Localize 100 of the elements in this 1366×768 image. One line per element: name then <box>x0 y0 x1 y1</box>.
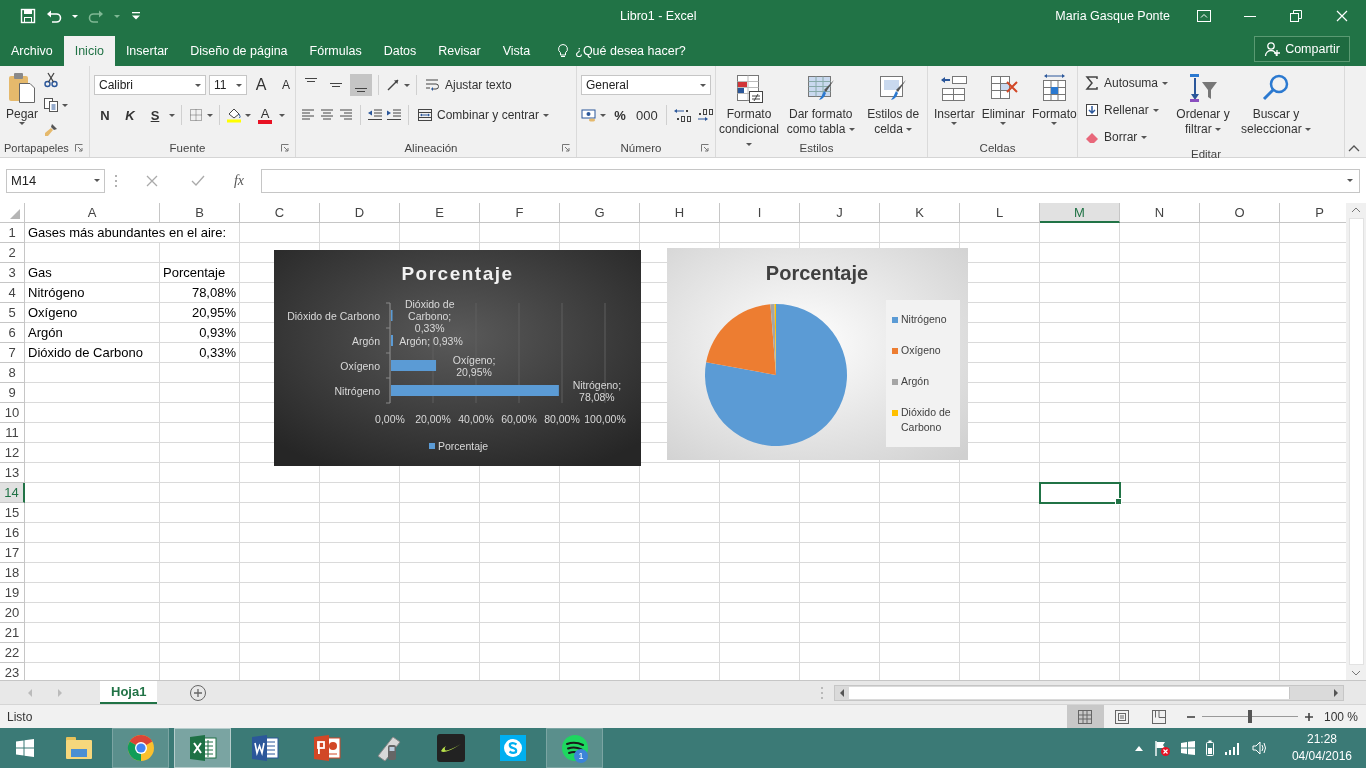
taskbar-app[interactable]: 1 <box>546 728 603 768</box>
editing-button[interactable]: Buscar y seleccionar <box>1236 70 1317 138</box>
underline-button[interactable]: S <box>144 104 166 126</box>
add-sheet-icon[interactable] <box>189 683 208 702</box>
font-name-field[interactable]: Calibri <box>94 75 206 95</box>
zoom-level[interactable]: 100 % <box>1323 709 1358 724</box>
column-header[interactable]: B <box>160 203 240 223</box>
dialog-launcher-icon[interactable] <box>701 144 709 152</box>
clock-date[interactable]: 04/04/2016 <box>1291 748 1352 765</box>
row-header[interactable]: 4 <box>0 283 25 303</box>
ribbon-tab[interactable]: Insertar <box>114 36 180 66</box>
dialog-launcher-icon[interactable] <box>562 144 570 152</box>
row-header[interactable]: 5 <box>0 303 25 323</box>
vertical-scrollbar[interactable] <box>1346 203 1366 680</box>
show-hidden-icon[interactable] <box>1133 744 1144 752</box>
column-header[interactable]: L <box>960 203 1040 223</box>
vertical-align-button[interactable] <box>350 74 372 96</box>
column-header[interactable]: A <box>25 203 160 223</box>
row-header[interactable]: 3 <box>0 263 25 283</box>
sheet-tab[interactable]: Hoja1 <box>100 681 158 704</box>
copy-icon[interactable] <box>43 97 60 113</box>
windows-icon[interactable] <box>1179 740 1196 756</box>
column-header[interactable]: K <box>880 203 960 223</box>
decrease-decimal-icon[interactable] <box>695 107 716 123</box>
column-header[interactable]: G <box>560 203 640 223</box>
redo-icon[interactable] <box>88 8 104 24</box>
row-header[interactable]: 7 <box>0 343 25 363</box>
bold-button[interactable]: N <box>94 104 116 126</box>
row-header[interactable]: 12 <box>0 443 25 463</box>
cell-cursor[interactable] <box>1039 482 1121 504</box>
row-header[interactable]: 6 <box>0 323 25 343</box>
decrease-indent-icon[interactable] <box>367 107 383 123</box>
close-icon[interactable] <box>1334 8 1350 24</box>
zoom-in-icon[interactable] <box>1303 711 1314 722</box>
ribbon-tab[interactable]: Datos <box>372 36 428 66</box>
font-color-button[interactable]: A <box>254 104 276 126</box>
name-box[interactable]: M14 <box>6 168 105 193</box>
row-header[interactable]: 9 <box>0 383 25 403</box>
row-header[interactable]: 20 <box>0 603 25 623</box>
editing-button[interactable]: Ordenar y filtrar <box>1173 70 1234 138</box>
paste-button[interactable]: Pegar <box>4 70 41 138</box>
windows-start-icon[interactable] <box>15 738 35 758</box>
increase-decimal-icon[interactable] <box>672 107 693 123</box>
editing-command-button[interactable]: Rellenar <box>1082 99 1171 121</box>
row-header[interactable]: 19 <box>0 583 25 603</box>
ribbon-tab[interactable]: Diseño de página <box>179 36 299 66</box>
column-header[interactable]: N <box>1120 203 1200 223</box>
row-header[interactable]: 15 <box>0 503 25 523</box>
row-header[interactable]: 1 <box>0 223 25 243</box>
chart[interactable]: Porcentaje Nitrógeno Oxígeno Argón Dióxido de Carbono <box>667 248 968 460</box>
row-header[interactable]: 10 <box>0 403 25 423</box>
tell-me-field[interactable]: ¿Qué desea hacer? <box>575 44 686 58</box>
scissors-icon[interactable] <box>43 72 60 88</box>
percent-button[interactable]: % <box>609 104 631 126</box>
clock-time[interactable]: 21:28 <box>1306 731 1337 748</box>
ribbon-tab[interactable]: Inicio <box>63 36 115 66</box>
chart[interactable]: Porcentaje Dióxido de Carbono Argón Oxígeno Nitrógeno 0,00% 20,00% 40,00% 60,00% 80,00% 100,00% Dióxido de Carbono; 0,33% Argón; 0,93% Oxígeno; 20,95% Nitrógeno; 78,08% Porcentaje <box>274 250 641 466</box>
paintbrush-icon[interactable] <box>43 122 60 138</box>
undo-icon[interactable] <box>46 8 62 24</box>
row-header[interactable]: 16 <box>0 523 25 543</box>
insert-function-button[interactable]: fx <box>225 172 253 189</box>
cells-button[interactable]: Formato <box>1030 70 1079 138</box>
dialog-launcher-icon[interactable] <box>281 144 289 152</box>
currency-icon[interactable] <box>581 107 597 123</box>
row-header[interactable]: 8 <box>0 363 25 383</box>
column-header[interactable]: M <box>1040 203 1120 223</box>
styles-button[interactable]: Dar formato como tabla <box>781 70 861 138</box>
row-header[interactable]: 17 <box>0 543 25 563</box>
column-header[interactable]: J <box>800 203 880 223</box>
column-header[interactable]: I <box>720 203 800 223</box>
cells-button[interactable]: Insertar <box>932 70 977 138</box>
text-angle-icon[interactable] <box>385 77 401 93</box>
check-icon[interactable] <box>191 173 205 188</box>
battery-icon[interactable] <box>1204 739 1215 757</box>
save-icon[interactable] <box>20 8 36 24</box>
column-header[interactable]: O <box>1200 203 1280 223</box>
collapse-ribbon-icon[interactable] <box>1348 144 1360 152</box>
row-header[interactable]: 18 <box>0 563 25 583</box>
row-header[interactable]: 22 <box>0 643 25 663</box>
grow-font-button[interactable]: A <box>250 74 272 96</box>
restore-icon[interactable] <box>1288 8 1304 24</box>
row-header[interactable]: 14 <box>0 483 25 503</box>
dialog-launcher-icon[interactable] <box>75 144 83 152</box>
signal-icon[interactable] <box>1223 740 1242 756</box>
thousands-button[interactable]: 000 <box>634 104 660 126</box>
row-header[interactable]: 11 <box>0 423 25 443</box>
flag-error-icon[interactable] <box>1152 739 1171 757</box>
ribbon-tab[interactable]: Revisar <box>427 36 492 66</box>
row-header[interactable]: 13 <box>0 463 25 483</box>
ribbon-display-icon[interactable] <box>1196 8 1212 24</box>
italic-button[interactable]: K <box>119 104 141 126</box>
share-button[interactable]: Compartir <box>1254 36 1350 62</box>
zoom-thumb[interactable] <box>1247 710 1252 723</box>
number-format-field[interactable]: General <box>581 75 711 95</box>
cells-button[interactable]: Eliminar <box>979 70 1028 138</box>
column-header[interactable]: C <box>240 203 320 223</box>
editing-command-button[interactable]: Borrar <box>1082 126 1171 148</box>
column-header[interactable]: E <box>400 203 480 223</box>
fill-bucket-icon[interactable] <box>226 107 242 123</box>
taskbar-app[interactable] <box>174 728 231 768</box>
